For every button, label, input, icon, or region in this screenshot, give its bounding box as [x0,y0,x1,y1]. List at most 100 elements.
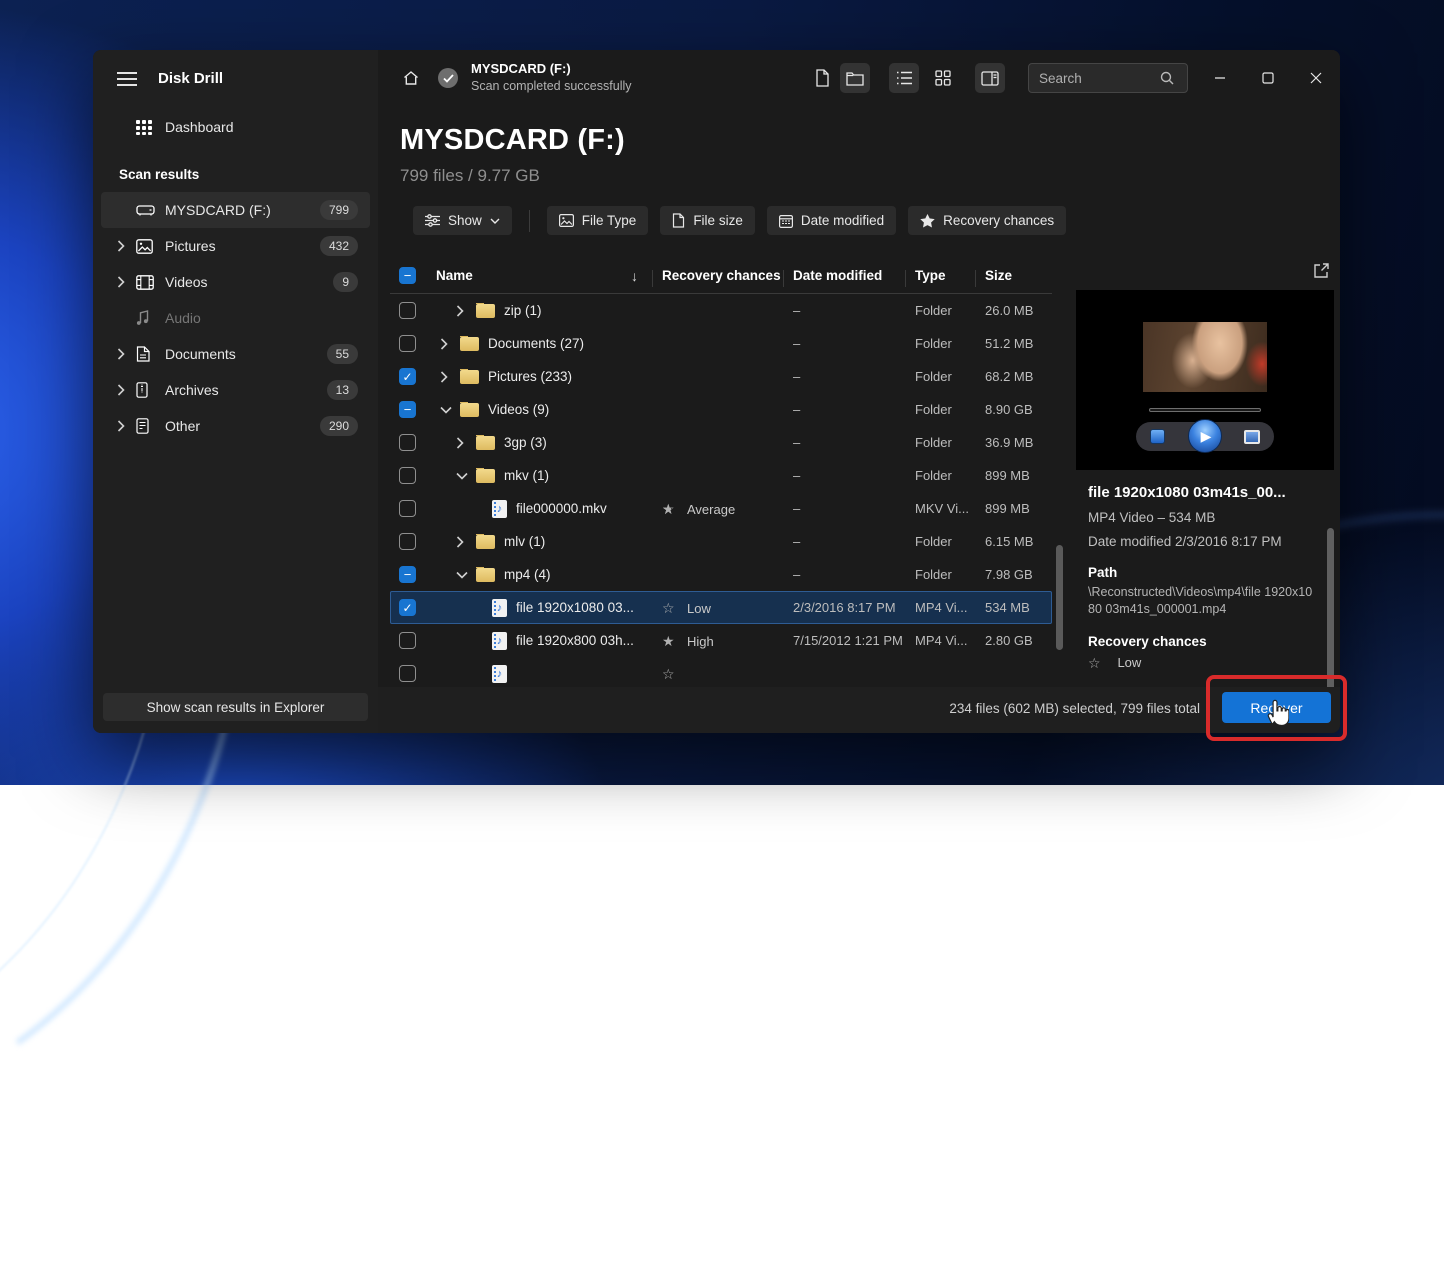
table-row[interactable]: Documents (27)–Folder51.2 MB [390,327,1052,360]
count-badge: 432 [320,236,358,256]
chevron-right-icon[interactable] [117,240,136,252]
sidebar-item-other[interactable]: Other290 [101,408,370,444]
chevron-down-icon[interactable] [456,571,476,579]
preview-panel-scrollbar[interactable] [1327,528,1334,705]
row-recovery [652,665,783,681]
folder-view-icon[interactable] [840,63,870,93]
app-title: Disk Drill [158,70,223,87]
titlebar-title: MYSDCARD (F:) [471,61,632,76]
image-icon [559,214,574,227]
titlebar-status: Scan completed successfully [471,79,632,93]
chevron-right-icon[interactable] [117,384,136,396]
dashboard-label: Dashboard [165,119,370,135]
page-title: MYSDCARD (F:) [400,124,1340,157]
row-date: – [783,435,905,450]
play-button[interactable]: ▶ [1188,419,1222,453]
show-in-explorer-button[interactable]: Show scan results in Explorer [103,693,368,721]
sidebar-item-pictures[interactable]: Pictures432 [101,228,370,264]
sidebar-item-audio[interactable]: Audio [101,300,370,336]
table-row[interactable]: −mp4 (4)–Folder7.98 GB [390,558,1052,591]
row-checkbox[interactable] [399,665,416,682]
row-date: – [783,369,905,384]
sidebar-item-mysdcard-f[interactable]: MYSDCARD (F:)799 [101,192,370,228]
hamburger-menu-icon[interactable] [117,72,137,86]
table-row[interactable]: ♪file 1920x800 03h...High7/15/2012 1:21 … [390,624,1052,657]
table-row[interactable]: ✓Pictures (233)–Folder68.2 MB [390,360,1052,393]
grid-view-icon[interactable] [928,63,958,93]
row-checkbox[interactable] [399,632,416,649]
media-file-icon: ♪ [492,500,507,518]
count-badge: 55 [327,344,358,364]
table-row[interactable]: ♪ [390,657,1052,687]
row-checkbox[interactable]: ✓ [399,599,416,616]
row-date: – [783,402,905,417]
minimize-button[interactable] [1205,63,1235,93]
chevron-down-icon[interactable] [456,472,476,480]
maximize-button[interactable] [1253,63,1283,93]
chevron-right-icon[interactable] [456,437,476,449]
frame-capture-button[interactable] [1244,430,1260,444]
row-name: mkv (1) [504,468,549,483]
sidebar-item-videos[interactable]: Videos9 [101,264,370,300]
row-checkbox[interactable] [399,500,416,517]
chevron-down-icon[interactable] [440,406,460,414]
row-checkbox[interactable] [399,434,416,451]
chevron-right-icon[interactable] [456,536,476,548]
row-checkbox[interactable] [399,533,416,550]
sidebar-item-documents[interactable]: Documents55 [101,336,370,372]
column-header-type[interactable]: Type [905,268,975,283]
table-row[interactable]: ✓♪file 1920x1080 03...Low2/3/2016 8:17 P… [390,591,1052,624]
chevron-right-icon[interactable] [440,338,460,350]
chevron-right-icon[interactable] [440,371,460,383]
sidebar-item-archives[interactable]: Archives13 [101,372,370,408]
table-scrollbar[interactable] [1056,545,1063,650]
open-external-icon[interactable] [1313,262,1330,279]
chevron-right-icon[interactable] [117,420,136,432]
chevron-right-icon[interactable] [117,348,136,360]
column-header-date[interactable]: Date modified [783,268,905,283]
row-type: MKV Vi... [905,501,975,516]
list-view-icon[interactable] [889,63,919,93]
sidebar-item-label: Videos [165,274,333,290]
sidebar-item-label: Audio [165,310,370,326]
recover-button[interactable]: Recover [1222,692,1331,723]
column-header-size[interactable]: Size [975,268,1052,283]
table-row[interactable]: mkv (1)–Folder899 MB [390,459,1052,492]
file-type-filter-button[interactable]: File Type [547,206,649,235]
table-row[interactable]: 3gp (3)–Folder36.9 MB [390,426,1052,459]
file-view-icon[interactable] [807,63,837,93]
preview-panel-toggle-icon[interactable] [975,63,1005,93]
playback-progress-bar[interactable] [1149,408,1261,412]
table-row[interactable]: zip (1)–Folder26.0 MB [390,294,1052,327]
chevron-right-icon[interactable] [456,305,476,317]
count-badge: 799 [320,200,358,220]
chevron-right-icon[interactable] [117,276,136,288]
row-checkbox[interactable]: − [399,566,416,583]
show-filter-button[interactable]: Show [413,206,512,235]
sidebar-item-label: Pictures [165,238,320,254]
sidebar-item-dashboard[interactable]: Dashboard [101,109,370,145]
close-button[interactable] [1301,63,1331,93]
filter-bar: Show File Type File size [378,186,1340,235]
player-controls: ▶ [1136,422,1274,451]
stop-button[interactable] [1150,429,1165,444]
detail-date-modified: Date modified 2/3/2016 8:17 PM [1088,534,1316,549]
table-row[interactable]: ♪file000000.mkvAverage–MKV Vi...899 MB [390,492,1052,525]
row-type: MP4 Vi... [905,600,975,615]
select-all-checkbox[interactable]: − [399,267,416,284]
file-size-filter-button[interactable]: File size [660,206,755,235]
date-modified-filter-button[interactable]: Date modified [767,206,896,235]
row-checkbox[interactable] [399,467,416,484]
row-checkbox[interactable]: ✓ [399,368,416,385]
row-checkbox[interactable]: − [399,401,416,418]
row-checkbox[interactable] [399,302,416,319]
row-checkbox[interactable] [399,335,416,352]
home-icon[interactable] [396,63,426,93]
table-row[interactable]: mlv (1)–Folder6.15 MB [390,525,1052,558]
column-header-recovery[interactable]: Recovery chances [652,268,783,283]
recovery-chances-filter-button[interactable]: Recovery chances [908,206,1066,235]
row-name: Videos (9) [488,402,549,417]
column-header-name[interactable]: Name ↓ [426,268,652,284]
sidebar-item-label: MYSDCARD (F:) [165,202,320,218]
table-row[interactable]: −Videos (9)–Folder8.90 GB [390,393,1052,426]
